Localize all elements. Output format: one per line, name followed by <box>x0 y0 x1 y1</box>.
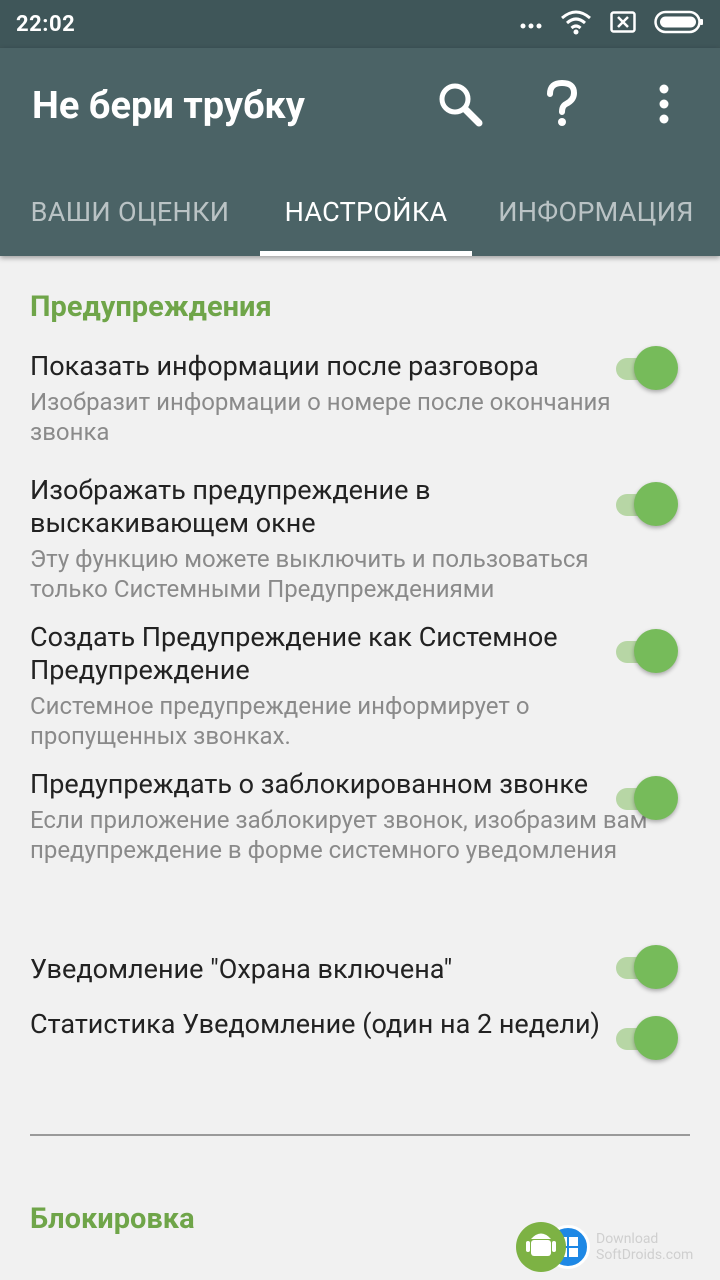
search-icon <box>436 80 484 132</box>
tab-label: ВАШИ ОЦЕНКИ <box>30 196 230 228</box>
pref-summary: Если приложение заблокирует звонок, изоб… <box>30 806 648 864</box>
pref-title: Статистика Уведомление (один на 2 недели… <box>30 1008 600 1040</box>
switch-thumb <box>634 776 678 820</box>
settings-list: Предупреждения Показать информации после… <box>0 256 720 1280</box>
switch-thumb <box>634 1016 678 1060</box>
help-icon <box>546 79 578 132</box>
overflow-menu-icon <box>659 84 669 128</box>
pref-switch[interactable] <box>610 776 682 820</box>
pref-title: Показать информации после разговора <box>30 350 539 382</box>
watermark-line1: Download <box>596 1231 659 1247</box>
pref-switch[interactable] <box>610 1016 682 1060</box>
status-icons <box>520 9 704 39</box>
overflow-menu-button[interactable] <box>636 78 692 134</box>
switch-thumb <box>634 346 678 390</box>
tab-information[interactable]: ИНФОРМАЦИЯ <box>472 168 720 256</box>
tab-bar: ВАШИ ОЦЕНКИ НАСТРОЙКА ИНФОРМАЦИЯ <box>0 168 720 256</box>
pref-summary: Системное предупреждение информирует о п… <box>30 692 530 750</box>
watermark-line2: SoftDroids.com <box>596 1247 694 1263</box>
pref-item[interactable]: Показать информации после разговора Изоб… <box>30 346 690 447</box>
pref-title: Создать Предупреждение как Системное Пре… <box>30 621 558 686</box>
pref-item[interactable]: Создать Предупреждение как Системное Пре… <box>30 621 690 751</box>
tab-label: ИНФОРМАЦИЯ <box>498 196 694 228</box>
section-divider <box>30 1134 690 1136</box>
tab-settings[interactable]: НАСТРОЙКА <box>260 168 472 256</box>
switch-thumb <box>634 629 678 673</box>
switch-thumb <box>634 945 678 989</box>
status-time: 22:02 <box>16 11 76 37</box>
pref-item[interactable]: Предупреждать о заблокированном звонке Е… <box>30 768 690 865</box>
switch-thumb <box>634 482 678 526</box>
pref-item[interactable]: Изображать предупреждение в выскакивающе… <box>30 474 690 604</box>
watermark: Download SoftDroids.com <box>516 1222 693 1272</box>
battery-icon <box>654 10 704 38</box>
pref-switch[interactable] <box>610 482 682 526</box>
pref-item[interactable]: Уведомление "Охрана включена" <box>30 945 690 989</box>
tab-ratings[interactable]: ВАШИ ОЦЕНКИ <box>0 168 260 256</box>
wifi-icon <box>560 9 592 39</box>
pref-switch[interactable] <box>610 629 682 673</box>
pref-title: Уведомление "Охрана включена" <box>30 953 453 985</box>
section-title-blocking: Блокировка <box>30 1202 195 1236</box>
android-logo-icon <box>516 1222 566 1272</box>
pref-switch[interactable] <box>610 945 682 989</box>
app-bar-actions <box>432 78 692 134</box>
sim-icon <box>610 11 636 37</box>
tab-label: НАСТРОЙКА <box>284 196 448 228</box>
status-bar: 22:02 <box>0 0 720 48</box>
pref-title: Изображать предупреждение в выскакивающе… <box>30 474 431 539</box>
help-button[interactable] <box>534 78 590 134</box>
pref-switch[interactable] <box>610 346 682 390</box>
pref-summary: Изобразит информации о номере после окон… <box>30 388 611 446</box>
watermark-text: Download SoftDroids.com <box>596 1231 693 1263</box>
pref-summary: Эту функцию можете выключить и пользоват… <box>30 545 589 603</box>
dots-icon <box>520 15 542 34</box>
app-bar: Не бери трубку ВАШИ ОЦЕНКИ НАСТРОЙКА ИНФ… <box>0 48 720 256</box>
pref-item[interactable]: Статистика Уведомление (один на 2 недели… <box>30 1008 690 1060</box>
app-title: Не бери трубку <box>32 84 305 128</box>
search-button[interactable] <box>432 78 488 134</box>
section-title-warnings: Предупреждения <box>30 290 272 324</box>
pref-title: Предупреждать о заблокированном звонке <box>30 768 589 800</box>
